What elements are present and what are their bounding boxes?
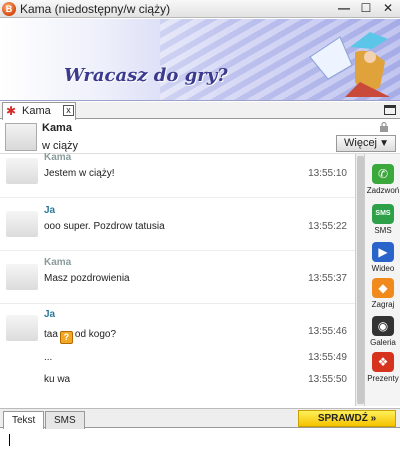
title-bar: B Kama (niedostępny/w ciąży) — ☐ ✕ bbox=[0, 0, 400, 18]
action-sidebar: ✆ Zadzwoń SMS SMS ▶ Wideo ◆ Zagraj ◉ Gal… bbox=[364, 154, 400, 406]
chevron-down-icon: ▼ bbox=[379, 138, 389, 149]
call-button-label: Zadzwoń bbox=[366, 186, 400, 195]
avatar bbox=[6, 264, 38, 290]
chat-scrollbar[interactable] bbox=[355, 154, 364, 406]
gifts-button[interactable]: ❖ Prezenty bbox=[366, 348, 400, 388]
message-text: Jestem w ciąży! bbox=[44, 168, 115, 179]
contact-header: Kama w ciąży Więcej ▼ bbox=[0, 120, 400, 154]
gift-icon: ❖ bbox=[372, 352, 394, 372]
message-group: Kama Masz pozdrowienia 13:55:37 bbox=[0, 252, 355, 304]
tab-sms[interactable]: SMS bbox=[45, 411, 85, 429]
message-group: Ja taa? od kogo? 13:55:46 ... 13:55:49 ku… bbox=[0, 305, 355, 406]
message-text: Masz pozdrowienia bbox=[44, 273, 130, 284]
message-group: Kama Jestem w ciąży! 13:55:10 bbox=[0, 152, 355, 198]
message-text-part: od kogo? bbox=[74, 329, 117, 340]
message-text: ... bbox=[44, 352, 53, 363]
play-button[interactable]: ◆ Zagraj bbox=[366, 274, 400, 314]
message-sender: Kama bbox=[44, 257, 72, 268]
message-text: ooo super. Pozdrow tatusia bbox=[44, 221, 165, 232]
tab-label: Kama bbox=[22, 105, 51, 117]
message-sender: Kama bbox=[44, 152, 72, 163]
chat-history: Kama Jestem w ciąży! 13:55:10 Ja ooo sup… bbox=[0, 152, 355, 406]
camera-icon: ◉ bbox=[372, 316, 394, 336]
minimize-button[interactable]: — bbox=[333, 0, 355, 18]
maximize-button[interactable]: ☐ bbox=[355, 0, 377, 18]
message-time: 13:55:10 bbox=[308, 168, 347, 179]
avatar bbox=[6, 211, 38, 237]
ad-banner[interactable]: Wracasz do gry? bbox=[0, 19, 400, 101]
detach-window-icon[interactable] bbox=[384, 105, 396, 115]
message-time: 13:55:37 bbox=[308, 273, 347, 284]
check-button[interactable]: SPRAWDŹ » bbox=[298, 410, 396, 427]
more-button-label: Więcej bbox=[344, 137, 378, 149]
message-input[interactable] bbox=[4, 431, 396, 456]
contact-status: w ciąży bbox=[42, 140, 79, 152]
more-button[interactable]: Więcej ▼ bbox=[336, 135, 396, 152]
avatar[interactable] bbox=[5, 123, 37, 151]
gifts-button-label: Prezenty bbox=[367, 374, 399, 383]
avatar bbox=[6, 158, 38, 184]
gallery-button[interactable]: ◉ Galeria bbox=[366, 312, 400, 352]
message-group: Ja ooo super. Pozdrow tatusia 13:55:22 bbox=[0, 199, 355, 251]
message-time: 13:55:49 bbox=[308, 352, 347, 363]
banner-text: Wracasz do gry? bbox=[64, 65, 228, 86]
input-mode-tabs: Tekst SMS SPRAWDŹ » bbox=[0, 408, 400, 429]
message-sender: Ja bbox=[44, 309, 56, 320]
scrollbar-thumb[interactable] bbox=[357, 156, 364, 404]
message-input-area bbox=[0, 429, 400, 458]
tab-kama[interactable]: ✱ Kama x bbox=[2, 102, 76, 120]
video-button-label: Wideo bbox=[371, 264, 395, 273]
message-time: 13:55:50 bbox=[308, 374, 347, 385]
message-text-part: taa bbox=[44, 329, 58, 340]
gallery-button-label: Galeria bbox=[370, 338, 396, 347]
sms-button-label: SMS bbox=[374, 226, 392, 235]
text-caret bbox=[9, 434, 10, 446]
conversation-tabbar: ✱ Kama x bbox=[0, 102, 400, 120]
close-button[interactable]: ✕ bbox=[377, 0, 399, 18]
play-button-label: Zagraj bbox=[371, 300, 395, 309]
contact-name: Kama bbox=[42, 122, 72, 134]
sms-icon: SMS bbox=[372, 204, 394, 224]
message-text: taa? od kogo? bbox=[44, 329, 116, 344]
app-icon: B bbox=[2, 2, 16, 16]
tab-close-button[interactable]: x bbox=[63, 105, 74, 116]
avatar bbox=[6, 315, 38, 341]
tab-text[interactable]: Tekst bbox=[3, 411, 45, 429]
game-character-art bbox=[309, 32, 390, 97]
window-title: Kama (niedostępny/w ciąży) bbox=[20, 2, 171, 16]
message-time: 13:55:46 bbox=[308, 326, 347, 337]
video-camera-icon: ▶ bbox=[372, 242, 394, 262]
status-star-icon: ✱ bbox=[6, 104, 17, 118]
lock-icon bbox=[380, 122, 388, 132]
phone-icon: ✆ bbox=[372, 164, 394, 184]
sms-button[interactable]: SMS SMS bbox=[366, 200, 400, 240]
call-button[interactable]: ✆ Zadzwoń bbox=[366, 160, 400, 200]
video-button[interactable]: ▶ Wideo bbox=[366, 238, 400, 278]
game-icon: ◆ bbox=[372, 278, 394, 298]
message-text: ku wa bbox=[44, 374, 71, 385]
emoticon-icon: ? bbox=[59, 331, 73, 344]
message-time: 13:55:22 bbox=[308, 221, 347, 232]
message-sender: Ja bbox=[44, 205, 56, 216]
